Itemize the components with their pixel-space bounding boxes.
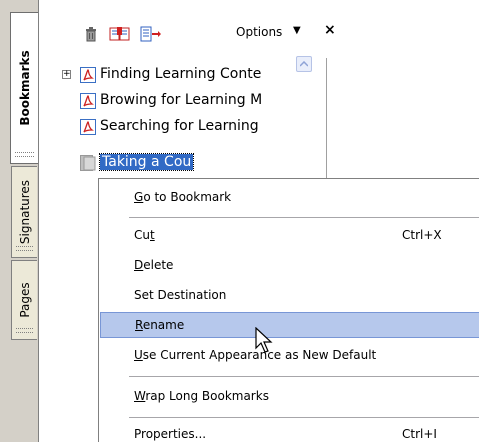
tab-pages-label: Pages: [17, 282, 32, 318]
menu-item-go-to-bookmark[interactable]: Go to Bookmark: [100, 185, 479, 211]
bookmark-item[interactable]: Searching for Learning: [40, 118, 340, 138]
pdf-bookmark-icon: [79, 92, 97, 110]
navigation-tab-strip: Bookmarks Signatures Pages: [8, 0, 39, 442]
tab-pages[interactable]: Pages: [11, 260, 37, 340]
bookmark-label: Searching for Learning: [100, 118, 259, 134]
menu-item-delete[interactable]: Delete: [100, 253, 479, 279]
bookmark-item[interactable]: Browing for Learning M: [40, 92, 340, 112]
menu-item-use-current-appearance[interactable]: Use Current Appearance as New Default: [100, 343, 479, 369]
menu-item-label: Cut: [134, 228, 155, 242]
bookmark-properties-icon[interactable]: [139, 26, 161, 42]
menu-item-shortcut: Ctrl+I: [402, 427, 437, 441]
tab-grip: [16, 246, 33, 251]
bookmark-context-menu: Go to Bookmark Cut Ctrl+X Delete Set Des…: [98, 178, 479, 442]
tab-signatures-label: Signatures: [17, 179, 32, 245]
menu-item-shortcut: Ctrl+X: [402, 228, 442, 242]
menu-item-label: Delete: [134, 258, 174, 272]
menu-separator: [129, 376, 479, 377]
menu-item-set-destination[interactable]: Set Destination: [100, 283, 479, 309]
options-menu-button[interactable]: Options: [236, 25, 282, 39]
tab-bookmarks[interactable]: Bookmarks: [10, 12, 38, 164]
bookmark-item[interactable]: + Finding Learning Conte: [40, 66, 340, 86]
menu-item-label: Rename: [135, 318, 185, 332]
menu-item-properties[interactable]: Properties... Ctrl+I: [100, 422, 479, 448]
menu-separator: [129, 417, 479, 418]
menu-separator: [129, 217, 479, 218]
pdf-bookmark-icon: [79, 66, 97, 84]
menu-item-label: Go to Bookmark: [134, 190, 232, 204]
options-dropdown-arrow-icon[interactable]: ▼: [293, 25, 301, 36]
bookmarks-toolbar: Options ▼ ×: [39, 0, 336, 58]
menu-item-cut[interactable]: Cut Ctrl+X: [100, 223, 479, 249]
bookmark-label: Browing for Learning M: [100, 92, 263, 108]
new-bookmark-icon[interactable]: [109, 26, 131, 42]
menu-item-label: Set Destination: [134, 288, 227, 302]
bookmark-label-selected: Taking a Cou: [98, 153, 195, 171]
tab-signatures[interactable]: Signatures: [11, 166, 37, 258]
mouse-pointer-icon: [255, 326, 273, 355]
delete-bookmark-icon[interactable]: [83, 26, 99, 42]
bookmark-label: Finding Learning Conte: [100, 66, 262, 82]
expand-node-icon[interactable]: +: [62, 70, 71, 79]
bookmark-item-selected[interactable]: Taking a Cou: [40, 153, 340, 174]
menu-item-label: Wrap Long Bookmarks: [134, 389, 269, 403]
tab-grip: [16, 328, 33, 333]
pdf-bookmark-icon: [79, 118, 97, 136]
tab-grip: [15, 152, 34, 157]
menu-item-label: Properties...: [134, 427, 207, 441]
tab-bookmarks-label: Bookmarks: [17, 50, 32, 126]
menu-item-wrap-long-bookmarks[interactable]: Wrap Long Bookmarks: [100, 384, 479, 410]
close-panel-button[interactable]: ×: [324, 22, 336, 38]
menu-item-rename[interactable]: Rename: [100, 312, 479, 338]
pdf-bookmark-icon-disabled: [79, 154, 97, 172]
